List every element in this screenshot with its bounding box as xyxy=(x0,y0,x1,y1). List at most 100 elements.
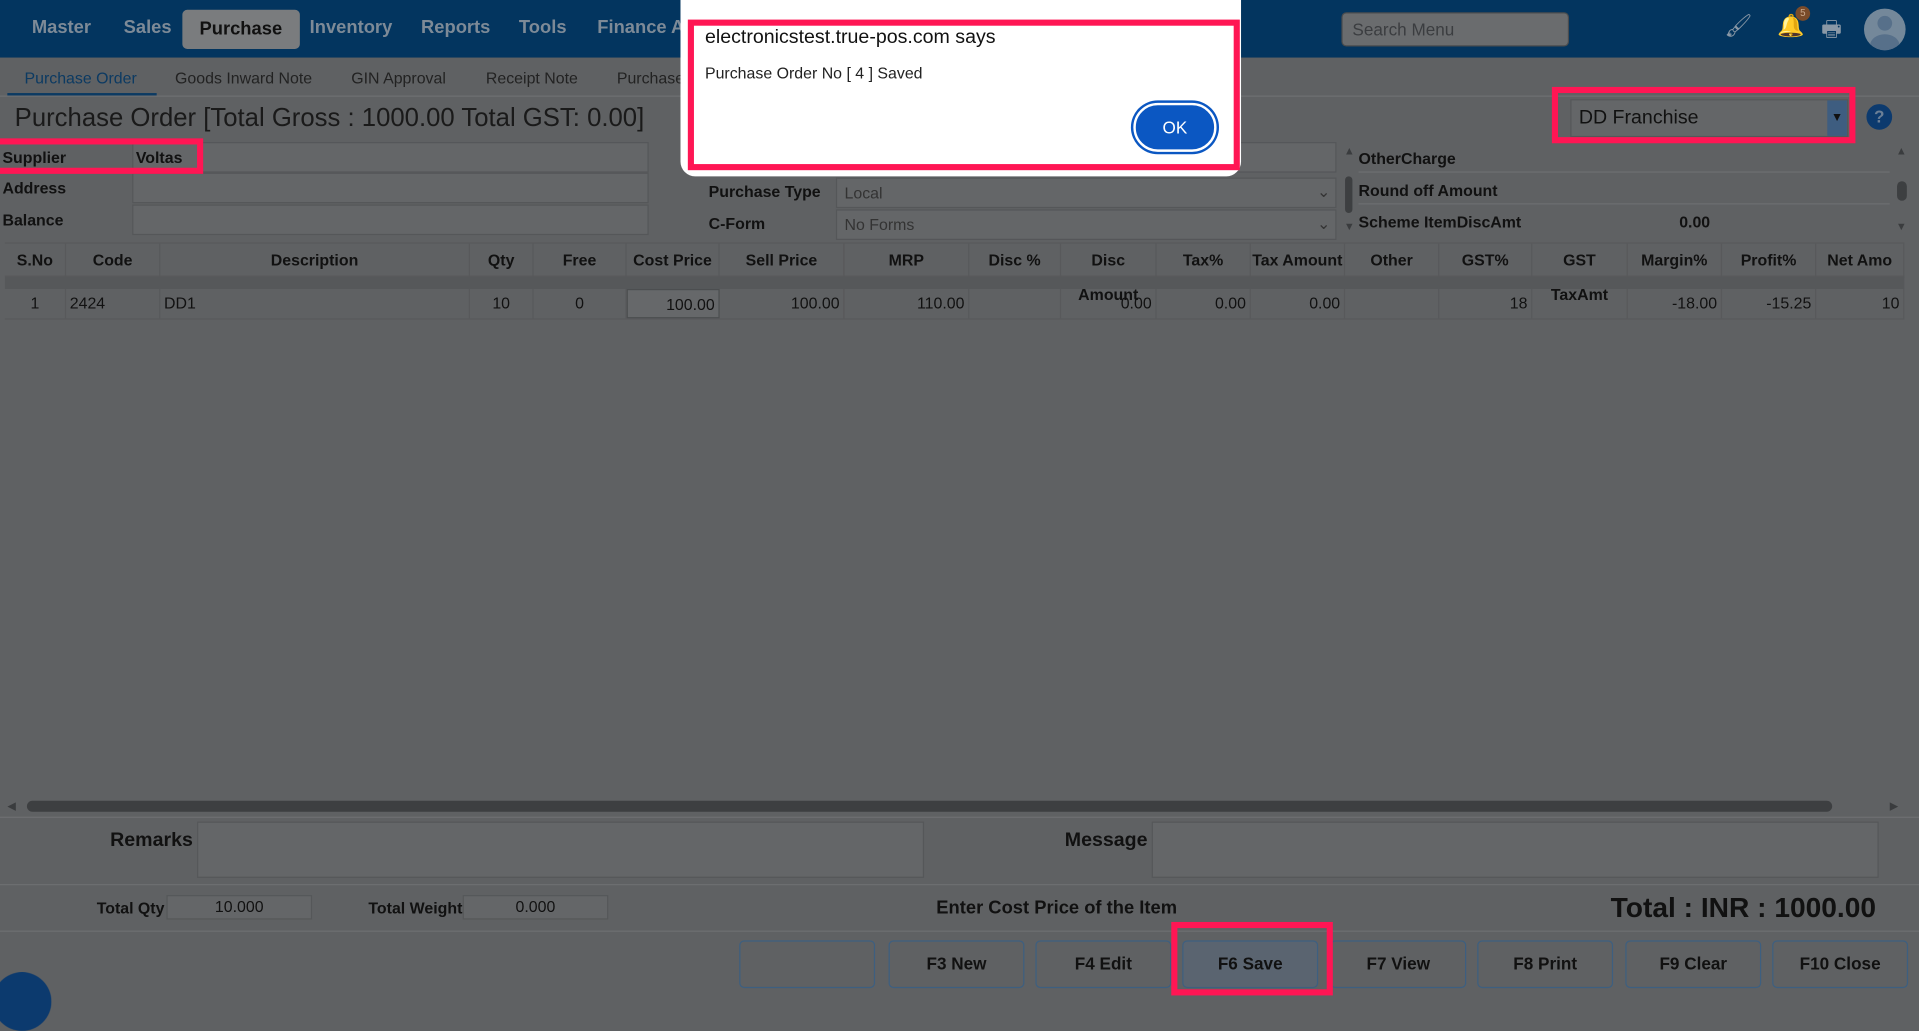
chevron-down-icon: ⌄ xyxy=(1317,214,1331,233)
total-qty-label: Total Qty xyxy=(96,898,165,918)
blank-button[interactable] xyxy=(739,940,876,989)
column-header[interactable]: Tax% xyxy=(1157,243,1251,278)
table-cell: -15.25 xyxy=(1722,288,1817,319)
address-input[interactable] xyxy=(132,172,649,204)
column-header[interactable]: Description xyxy=(160,243,470,278)
chat-icon[interactable] xyxy=(0,972,52,1031)
column-header[interactable]: GST TaxAmt xyxy=(1532,243,1628,304)
nav-sales[interactable]: Sales xyxy=(124,17,172,38)
table-row[interactable]: 1 2424 DD1 10 0 100.00 100.00 110.00 0.00 0.00 0.0… xyxy=(4,288,1905,320)
column-header[interactable]: MRP xyxy=(844,243,970,278)
paint-brush-icon[interactable]: 🖌 xyxy=(1724,13,1752,39)
table-cell: 0 xyxy=(534,288,627,319)
scroll-down-icon[interactable]: ▼ xyxy=(1896,220,1907,232)
tab-goods-inward-note[interactable]: Goods Inward Note xyxy=(175,69,312,87)
highlight-franchise xyxy=(1551,86,1856,144)
column-header[interactable]: Free xyxy=(534,243,627,278)
scroll-right-icon[interactable]: ▶ xyxy=(1890,800,1898,813)
help-icon[interactable]: ? xyxy=(1866,104,1893,130)
cform-value: No Forms xyxy=(844,215,915,234)
print-button[interactable]: F8 Print xyxy=(1477,940,1614,989)
scroll-down-icon[interactable]: ▼ xyxy=(1344,220,1355,232)
close-button[interactable]: F10 Close xyxy=(1772,940,1909,989)
scheme-disc-label: Scheme ItemDiscAmt xyxy=(1358,213,1522,232)
charges-scrollbar-right[interactable]: ▲ ▼ xyxy=(1895,140,1910,238)
column-header[interactable]: Qty xyxy=(470,243,534,278)
table-header: S.No Code Description Qty Free Cost Price Sell… xyxy=(4,242,1905,304)
app: Master Sales Purchase Inventory Reports … xyxy=(0,0,1919,1031)
table-cell: 10 xyxy=(1816,288,1905,319)
table-cell: 0.00 xyxy=(1157,288,1251,319)
column-header[interactable]: Disc % xyxy=(969,243,1062,278)
table-cell: 0.00 xyxy=(1061,288,1157,319)
charges-scrollbar-left[interactable]: ▲ ▼ xyxy=(1343,140,1358,238)
purchase-type-value: Local xyxy=(844,183,883,203)
cform-select[interactable]: No Forms ⌄ xyxy=(835,209,1337,240)
round-off-label: Round off Amount xyxy=(1358,181,1498,200)
clear-button[interactable]: F9 Clear xyxy=(1625,940,1762,989)
purchase-type-select[interactable]: Local ⌄ xyxy=(835,177,1337,209)
table-cell xyxy=(1532,288,1628,319)
divider xyxy=(0,816,1919,818)
balance-label: Balance xyxy=(2,210,64,229)
column-header[interactable]: Net Amo xyxy=(1816,243,1905,278)
active-tab-underline xyxy=(7,93,157,96)
tab-gin-approval[interactable]: GIN Approval xyxy=(351,69,446,87)
divider xyxy=(0,930,1919,932)
supplier-input[interactable]: Voltas xyxy=(132,142,649,173)
balance-input[interactable] xyxy=(132,204,649,236)
tab-purchase-order[interactable]: Purchase Order xyxy=(24,69,136,87)
horizontal-scrollbar[interactable]: ◀ ▶ xyxy=(5,798,1904,815)
purchase-type-label: Purchase Type xyxy=(708,182,821,201)
scroll-thumb[interactable] xyxy=(26,800,1833,812)
view-button[interactable]: F7 View xyxy=(1330,940,1467,989)
search-menu-input[interactable]: Search Menu xyxy=(1341,12,1570,47)
column-header[interactable]: S.No xyxy=(5,243,67,278)
address-label: Address xyxy=(2,178,67,198)
column-header[interactable]: Tax Amount xyxy=(1251,243,1346,278)
scroll-up-icon[interactable]: ▲ xyxy=(1344,144,1355,156)
column-header[interactable]: Sell Price xyxy=(720,243,845,278)
remarks-textarea[interactable] xyxy=(197,821,925,878)
remarks-label: Remarks xyxy=(110,830,193,851)
column-header[interactable]: Margin% xyxy=(1628,243,1723,278)
scroll-up-icon[interactable]: ▲ xyxy=(1896,144,1907,156)
scroll-thumb[interactable] xyxy=(1345,176,1353,214)
status-hint: Enter Cost Price of the Item xyxy=(936,897,1178,919)
table-cell xyxy=(969,288,1062,319)
table-cell: 100.00 xyxy=(720,288,845,319)
table-filter-row xyxy=(4,276,1905,289)
column-header[interactable]: Other xyxy=(1345,243,1440,278)
table-cell: 0.00 xyxy=(1251,288,1346,319)
table-cell: 110.00 xyxy=(844,288,970,319)
scheme-disc-value: 0.00 xyxy=(1679,213,1711,232)
tab-receipt-note[interactable]: Receipt Note xyxy=(486,69,578,87)
highlight-save xyxy=(1171,921,1333,996)
new-button[interactable]: F3 New xyxy=(888,940,1025,989)
nav-reports[interactable]: Reports xyxy=(421,17,490,38)
chevron-down-icon: ⌄ xyxy=(1317,182,1331,201)
column-header[interactable]: Code xyxy=(66,243,161,278)
scroll-thumb[interactable] xyxy=(1897,181,1907,201)
nav-inventory[interactable]: Inventory xyxy=(310,17,393,38)
divider xyxy=(0,884,1919,886)
nav-purchase[interactable]: Purchase xyxy=(182,9,300,49)
column-header[interactable]: Cost Price xyxy=(627,243,720,278)
nav-master[interactable]: Master xyxy=(32,17,91,38)
cform-label: C-Form xyxy=(708,214,766,233)
table-cell[interactable]: 100.00 xyxy=(626,288,720,319)
scroll-left-icon[interactable]: ◀ xyxy=(7,800,15,813)
message-textarea[interactable] xyxy=(1151,821,1879,878)
message-label: Message xyxy=(1064,830,1148,851)
table-cell: -18.00 xyxy=(1628,288,1723,319)
column-header[interactable]: Disc Amount xyxy=(1061,243,1157,304)
grand-total: Total : INR : 1000.00 xyxy=(1610,891,1877,924)
tab-purchase[interactable]: Purchase xyxy=(617,69,684,87)
avatar[interactable] xyxy=(1863,8,1906,51)
column-header[interactable]: GST% xyxy=(1439,243,1533,278)
printer-icon[interactable]: 🖶 xyxy=(1821,15,1842,52)
column-header[interactable]: Profit% xyxy=(1722,243,1817,278)
edit-button[interactable]: F4 Edit xyxy=(1035,940,1172,989)
nav-tools[interactable]: Tools xyxy=(519,17,567,38)
notification-badge: 5 xyxy=(1795,6,1811,21)
